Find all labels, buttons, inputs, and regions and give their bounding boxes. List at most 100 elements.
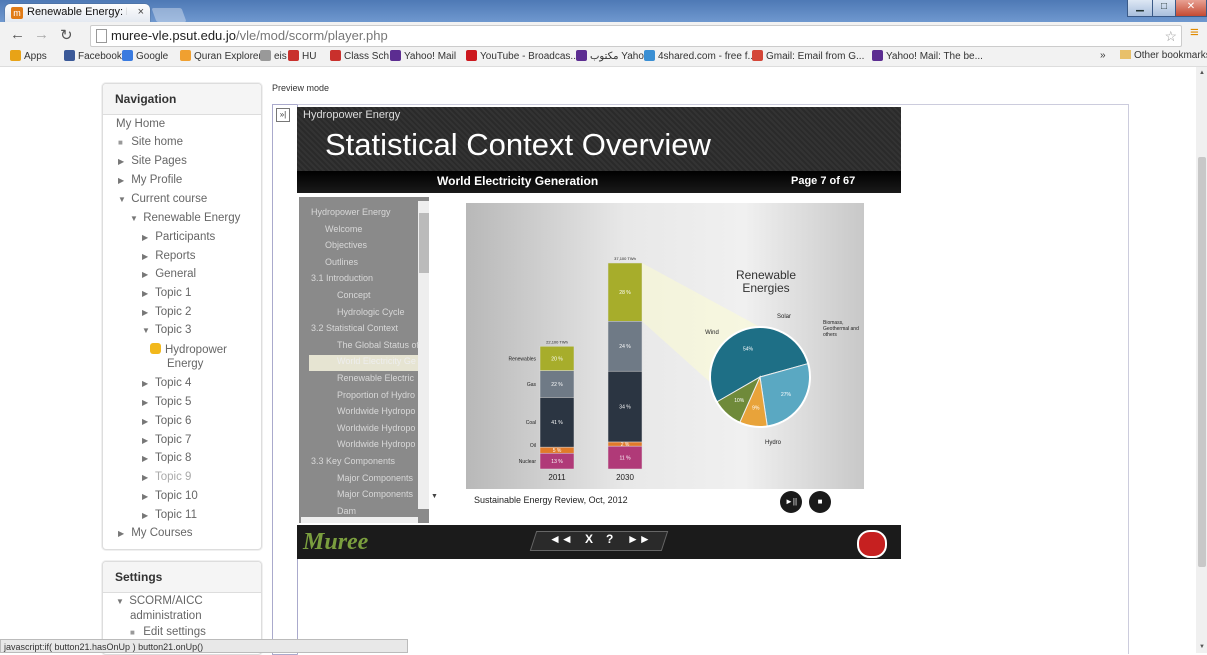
toc-scrollbar[interactable] bbox=[418, 201, 429, 509]
toc-item[interactable]: Outlines bbox=[325, 257, 358, 267]
collapsed-triangle-icon: ▶ bbox=[142, 473, 149, 482]
stop-button[interactable]: ■ bbox=[809, 491, 831, 513]
toc-item[interactable]: Major Components bbox=[337, 489, 413, 499]
help-button[interactable]: ? bbox=[606, 532, 613, 546]
bookmark-item[interactable]: Quran Explorer bbox=[180, 50, 262, 62]
bookmark-favicon-icon bbox=[288, 50, 299, 61]
nav-course-renewable-energy[interactable]: ▼ Renewable Energy bbox=[130, 212, 240, 224]
chrome-menu-icon[interactable]: ≡ bbox=[1190, 25, 1204, 41]
bookmark-item[interactable]: 4shared.com - free f... bbox=[644, 50, 756, 62]
scroll-down-icon[interactable]: ▼ bbox=[1199, 644, 1205, 650]
toc-item[interactable]: Hydrologic Cycle bbox=[337, 307, 405, 317]
nav-current-course[interactable]: ▼ Current course bbox=[118, 193, 207, 205]
pie-title: Energies bbox=[742, 281, 789, 295]
toc-item[interactable]: Objectives bbox=[325, 240, 367, 250]
toc-item[interactable]: Renewable Electric bbox=[337, 373, 414, 383]
maximize-button[interactable]: □ bbox=[1152, 0, 1176, 17]
navigation-heading: Navigation bbox=[103, 84, 261, 115]
edit-settings-link[interactable]: ■ Edit settings bbox=[130, 626, 206, 638]
bookmark-item[interactable]: Class Sch bbox=[330, 50, 389, 62]
toc-item[interactable]: 3.2 Statistical Context bbox=[311, 323, 398, 333]
new-tab-button[interactable] bbox=[151, 8, 187, 22]
bookmark-item[interactable]: Apps bbox=[10, 50, 47, 62]
scroll-up-icon[interactable]: ▲ bbox=[1199, 70, 1205, 76]
nav-topic-6[interactable]: ▶ Topic 6 bbox=[142, 415, 191, 427]
nav-topic-5[interactable]: ▶ Topic 5 bbox=[142, 396, 191, 408]
nav-topic-3[interactable]: ▼ Topic 3 bbox=[142, 324, 191, 336]
nav-participants[interactable]: ▶ Participants bbox=[142, 231, 215, 243]
toc-item[interactable]: Worldwide Hydropo bbox=[337, 439, 415, 449]
bookmark-label: 4shared.com - free f... bbox=[658, 51, 756, 62]
toc-panel: Hydropower Energy Welcome Objectives Outlin… bbox=[299, 197, 429, 523]
previous-button[interactable]: ◄◄ bbox=[549, 532, 573, 546]
nav-my-courses[interactable]: ▶ My Courses bbox=[118, 527, 193, 539]
bookmark-item[interactable]: مكتوب Yahoo! bbox=[576, 50, 652, 62]
toc-item[interactable]: The Global Status of bbox=[337, 340, 419, 350]
exit-button[interactable]: X bbox=[585, 532, 593, 546]
nav-topic-10[interactable]: ▶ Topic 10 bbox=[142, 490, 198, 502]
forward-arrow-icon[interactable]: → bbox=[34, 26, 49, 43]
page-scroll-thumb[interactable] bbox=[1198, 157, 1206, 567]
toc-scroll-down-icon[interactable]: ▼ bbox=[431, 493, 438, 500]
nav-hydropower-activity[interactable]: Hydropower bbox=[150, 343, 227, 356]
toc-item[interactable]: Major Components bbox=[337, 473, 413, 483]
browser-tab[interactable]: m Renewable Energy: Hydro × bbox=[5, 4, 150, 22]
toggle-toc-button[interactable]: »| bbox=[276, 108, 290, 122]
bookmark-item[interactable]: HU bbox=[288, 50, 316, 62]
tab-close-icon[interactable]: × bbox=[138, 6, 144, 18]
nav-site-pages[interactable]: ▶ Site Pages bbox=[118, 155, 187, 167]
nav-topic-11[interactable]: ▶ Topic 11 bbox=[142, 509, 197, 521]
nav-topic-2[interactable]: ▶ Topic 2 bbox=[142, 306, 191, 318]
nav-site-home[interactable]: ■ Site home bbox=[118, 136, 183, 148]
nav-reports[interactable]: ▶ Reports bbox=[142, 250, 195, 262]
minimize-button[interactable]: ▁ bbox=[1127, 0, 1153, 17]
other-bookmarks-folder[interactable]: Other bookmarks bbox=[1120, 50, 1207, 61]
nav-my-profile[interactable]: ▶ My Profile bbox=[118, 174, 182, 186]
close-window-button[interactable]: ✕ bbox=[1175, 0, 1207, 17]
nav-hydropower-activity-cont[interactable]: Energy bbox=[167, 358, 203, 370]
bookmark-item[interactable]: YouTube - Broadcas... bbox=[466, 50, 579, 62]
collapsed-triangle-icon: ▶ bbox=[142, 398, 149, 407]
bookmark-item[interactable]: Facebook bbox=[64, 50, 122, 62]
back-arrow-icon[interactable]: ← bbox=[10, 26, 25, 43]
url-field[interactable]: muree-vle.psut.edu.jo/vle/mod/scorm/play… bbox=[90, 25, 1182, 47]
nav-topic-4[interactable]: ▶ Topic 4 bbox=[142, 377, 191, 389]
bookmarks-overflow-button[interactable]: » bbox=[1100, 50, 1106, 61]
bookmark-item[interactable]: Yahoo! Mail: The be... bbox=[872, 50, 983, 62]
browser-titlebar: m Renewable Energy: Hydro × ▁ □ ✕ bbox=[0, 0, 1207, 22]
toc-item[interactable]: Hydropower Energy bbox=[311, 207, 391, 217]
scorm-admin-item-cont[interactable]: administration bbox=[130, 610, 202, 622]
toc-item[interactable]: Dam bbox=[337, 506, 356, 516]
toc-item[interactable]: Welcome bbox=[325, 224, 362, 234]
toc-scroll-thumb[interactable] bbox=[419, 213, 429, 273]
nav-topic-8[interactable]: ▶ Topic 8 bbox=[142, 452, 191, 464]
moodle-favicon-icon: m bbox=[11, 7, 23, 19]
bookmark-star-icon[interactable]: ☆ bbox=[1164, 28, 1177, 45]
toc-item[interactable]: 3.3 Key Components bbox=[311, 456, 395, 466]
toc-item[interactable]: Proportion of Hydro bbox=[337, 390, 415, 400]
bar-value-label: 34 % bbox=[619, 405, 631, 411]
toc-item[interactable]: Worldwide Hydropo bbox=[337, 406, 415, 416]
series-label: Nuclear bbox=[519, 459, 537, 465]
toc-item[interactable]: Worldwide Hydropo bbox=[337, 423, 415, 433]
nav-my-home[interactable]: My Home bbox=[116, 118, 165, 130]
nav-topic-7[interactable]: ▶ Topic 7 bbox=[142, 434, 191, 446]
page-scrollbar[interactable] bbox=[1196, 67, 1207, 653]
nav-topic-9[interactable]: ▶ Topic 9 bbox=[142, 471, 191, 483]
bookmark-label: HU bbox=[302, 51, 317, 62]
bookmark-item[interactable]: eis bbox=[260, 50, 287, 62]
toc-item[interactable]: 3.1 Introduction bbox=[311, 273, 373, 283]
category-label: 2030 bbox=[616, 473, 634, 482]
bookmark-item[interactable]: Yahoo! Mail bbox=[390, 50, 456, 62]
reload-icon[interactable]: ↻ bbox=[60, 26, 73, 44]
nav-general[interactable]: ▶ General bbox=[142, 268, 196, 280]
bookmark-item[interactable]: Google bbox=[122, 50, 168, 62]
bookmark-item[interactable]: Gmail: Email from G... bbox=[752, 50, 864, 62]
toc-item[interactable]: Concept bbox=[337, 290, 371, 300]
toc-item[interactable]: World Electricity Ge bbox=[337, 356, 416, 366]
scorm-admin-item[interactable]: ▼ SCORM/AICC bbox=[116, 595, 203, 607]
nav-topic-1[interactable]: ▶ Topic 1 bbox=[142, 287, 191, 299]
next-button[interactable]: ►► bbox=[627, 532, 651, 546]
play-pause-button[interactable]: ►|| bbox=[780, 491, 802, 513]
toc-horizontal-scrollbar[interactable] bbox=[301, 517, 418, 523]
